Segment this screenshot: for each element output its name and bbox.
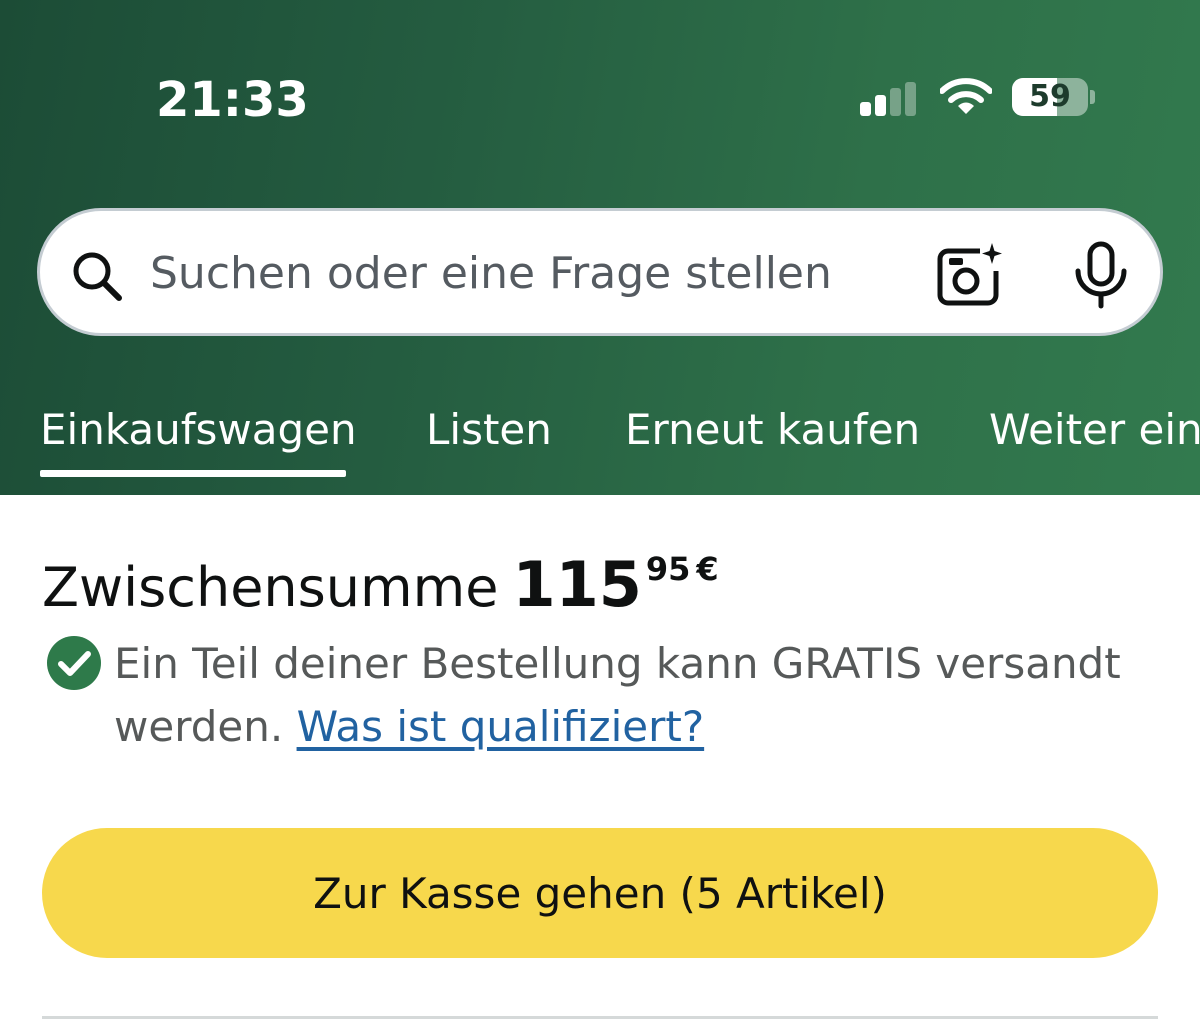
subtotal-label: Zwischensumme [42,556,499,619]
tab-weiter-einkaufen[interactable]: Weiter einkaufen [989,400,1200,470]
subtotal-currency: € [696,550,719,588]
search-input[interactable] [150,241,910,305]
tab-erneut-kaufen[interactable]: Erneut kaufen [625,400,920,470]
battery-icon: 59 [1012,78,1088,116]
cellular-signal-icon [860,82,920,116]
active-tab-indicator [40,470,346,477]
subtotal-amount-whole: 115 [512,548,642,621]
app-header: 21:33 59 Einkaufswa [0,0,1200,495]
divider [42,1016,1158,1019]
tab-listen[interactable]: Listen [426,400,552,470]
microphone-icon[interactable] [1070,241,1132,309]
search-icon[interactable] [70,249,124,303]
battery-cap [1090,90,1095,104]
checkout-button[interactable]: Zur Kasse gehen (5 Artikel) [42,828,1158,958]
check-circle-icon [47,636,101,690]
subtotal: Zwischensumme 115 95 € [42,548,719,621]
camera-icon[interactable] [936,241,1004,307]
subtotal-amount-fraction: 95 [645,550,691,588]
wifi-icon [940,78,992,114]
status-time: 21:33 [156,72,309,128]
battery-percentage: 59 [1029,79,1071,114]
qualification-link[interactable]: Was ist qualifiziert? [297,702,705,751]
search-bar[interactable] [37,208,1163,336]
free-shipping-notice: Ein Teil deiner Bestellung kann GRATIS v… [114,632,1174,758]
tab-einkaufswagen[interactable]: Einkaufswagen [40,400,357,470]
